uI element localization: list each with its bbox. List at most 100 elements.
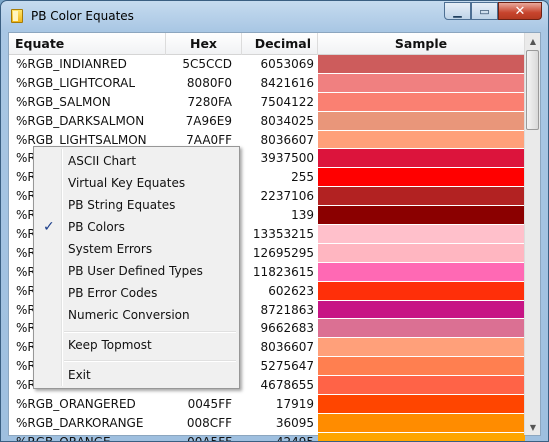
menu-item-keep-topmost[interactable]: Keep Topmost: [36, 334, 237, 356]
color-sample-swatch: [318, 338, 525, 358]
color-sample-swatch: [318, 243, 525, 263]
cell-decimal: 8036607: [260, 132, 314, 147]
color-sample-swatch: [318, 206, 525, 226]
table-row[interactable]: %RGB_ORANGE 00A5FF 42495: [9, 432, 525, 442]
menu-item-label: Exit: [68, 368, 91, 382]
cell-decimal: 12695295: [252, 245, 314, 260]
menu-item-pb-string-equates[interactable]: PB String Equates: [36, 194, 237, 216]
close-button[interactable]: ✕: [498, 2, 542, 20]
color-sample-swatch: [318, 73, 525, 93]
table-row[interactable]: %RGB_SALMON 7280FA 7504122: [9, 92, 525, 112]
color-sample-swatch: [318, 262, 525, 282]
list-header: Equate Hex Decimal Sample: [9, 33, 525, 55]
color-sample-swatch: [318, 130, 525, 150]
color-sample-swatch: [318, 319, 525, 339]
color-sample-swatch: [318, 432, 525, 441]
cell-decimal: 4678655: [260, 378, 314, 393]
table-row[interactable]: %RGB_DARKORANGE 008CFF 36095: [9, 413, 525, 433]
cell-decimal: 8034025: [260, 113, 314, 128]
color-sample-swatch: [318, 376, 525, 396]
cell-hex: 5C5CCD: [182, 57, 232, 71]
cell-decimal: 17919: [275, 397, 314, 412]
maximize-button[interactable]: ▭: [471, 2, 498, 20]
menu-item-label: Virtual Key Equates: [68, 176, 186, 190]
cell-decimal: 36095: [275, 415, 314, 430]
color-sample-swatch: [318, 149, 525, 169]
vertical-scrollbar[interactable]: ▲ ▼: [524, 33, 540, 435]
column-header-sample[interactable]: Sample: [318, 33, 525, 55]
menu-item-label: PB Colors: [68, 220, 125, 234]
menu-item-exit[interactable]: Exit: [36, 364, 237, 386]
color-sample-swatch: [318, 55, 525, 74]
app-icon[interactable]: [11, 9, 23, 23]
color-sample-swatch: [318, 413, 525, 433]
cell-decimal: 8421616: [260, 75, 314, 90]
color-sample-swatch: [318, 281, 525, 301]
menu-item-ascii-chart[interactable]: ASCII Chart: [36, 150, 237, 172]
minimize-button[interactable]: ▁: [444, 2, 471, 20]
table-row[interactable]: %RGB_DARKSALMON 7A96E9 8034025: [9, 111, 525, 131]
color-sample-swatch: [318, 395, 525, 414]
column-header-decimal[interactable]: Decimal: [242, 33, 318, 55]
window-title: PB Color Equates: [31, 9, 134, 23]
cell-decimal: 8721863: [260, 302, 314, 317]
cell-equate: %RGB_ORANGE: [16, 434, 111, 442]
scroll-thumb[interactable]: [526, 50, 539, 130]
menu-separator: [64, 360, 236, 362]
cell-decimal: 8036607: [260, 340, 314, 355]
cell-decimal: 9662683: [260, 321, 314, 336]
menu-item-pb-colors[interactable]: ✓ PB Colors: [36, 216, 237, 238]
cell-decimal: 5275647: [260, 359, 314, 374]
table-row[interactable]: %RGB_ORANGERED 0045FF 17919: [9, 395, 525, 414]
cell-hex: 8080F0: [186, 75, 232, 90]
menu-item-label: ASCII Chart: [68, 154, 137, 168]
checkmark-icon: ✓: [43, 219, 55, 235]
color-sample-swatch: [318, 92, 525, 112]
title-bar[interactable]: PB Color Equates ▁ ▭ ✕: [1, 1, 548, 31]
menu-item-label: PB User Defined Types: [68, 264, 203, 278]
table-row[interactable]: %RGB_LIGHTCORAL 8080F0 8421616: [9, 73, 525, 93]
cell-decimal: 42495: [275, 434, 314, 442]
menu-item-numeric-conversion[interactable]: Numeric Conversion: [36, 304, 237, 326]
cell-equate: %RGB_ORANGERED: [16, 397, 136, 412]
color-sample-swatch: [318, 357, 525, 377]
context-menu: ASCII Chart Virtual Key Equates PB String …: [33, 146, 240, 389]
cell-hex: 00A5FF: [187, 434, 232, 442]
menu-item-virtual-key-equates[interactable]: Virtual Key Equates: [36, 172, 237, 194]
menu-item-label: Keep Topmost: [68, 338, 152, 352]
cell-equate: %RGB_SALMON: [16, 94, 111, 109]
color-sample-swatch: [318, 187, 525, 207]
cell-decimal: 2237106: [260, 189, 314, 204]
cell-decimal: 139: [291, 208, 314, 223]
menu-item-label: PB String Equates: [68, 198, 176, 212]
cell-hex: 7280FA: [187, 94, 232, 109]
scroll-up-arrow-icon[interactable]: ▲: [525, 33, 541, 49]
cell-decimal: 255: [291, 170, 314, 185]
cell-equate: %RGB_DARKSALMON: [16, 113, 145, 128]
cell-decimal: 11823615: [252, 264, 314, 279]
menu-item-pb-error-codes[interactable]: PB Error Codes: [36, 282, 237, 304]
menu-item-label: System Errors: [68, 242, 153, 256]
color-sample-swatch: [318, 300, 525, 320]
cell-hex: 008CFF: [186, 415, 232, 430]
caption-buttons: ▁ ▭ ✕: [444, 2, 542, 22]
cell-hex: 7A96E9: [185, 113, 232, 128]
cell-decimal: 7504122: [260, 94, 314, 109]
column-header-equate[interactable]: Equate: [9, 33, 166, 55]
app-window: PB Color Equates ▁ ▭ ✕ Equate Hex Decima…: [0, 0, 549, 442]
cell-equate: %RGB_INDIANRED: [16, 57, 127, 71]
color-sample-swatch: [318, 111, 525, 131]
cell-decimal: 3937500: [260, 151, 314, 166]
menu-separator: [64, 331, 236, 333]
column-header-hex[interactable]: Hex: [166, 33, 242, 55]
menu-item-system-errors[interactable]: System Errors: [36, 238, 237, 260]
cell-decimal: 13353215: [252, 227, 314, 242]
scroll-down-arrow-icon[interactable]: ▼: [525, 419, 541, 435]
color-sample-swatch: [318, 168, 525, 188]
cell-decimal: 602623: [268, 283, 314, 298]
menu-item-pb-user-defined-types[interactable]: PB User Defined Types: [36, 260, 237, 282]
color-sample-swatch: [318, 225, 525, 244]
menu-item-label: PB Error Codes: [68, 286, 158, 300]
table-row[interactable]: %RGB_INDIANRED 5C5CCD 6053069: [9, 55, 525, 74]
cell-equate: %RGB_LIGHTCORAL: [16, 75, 136, 90]
